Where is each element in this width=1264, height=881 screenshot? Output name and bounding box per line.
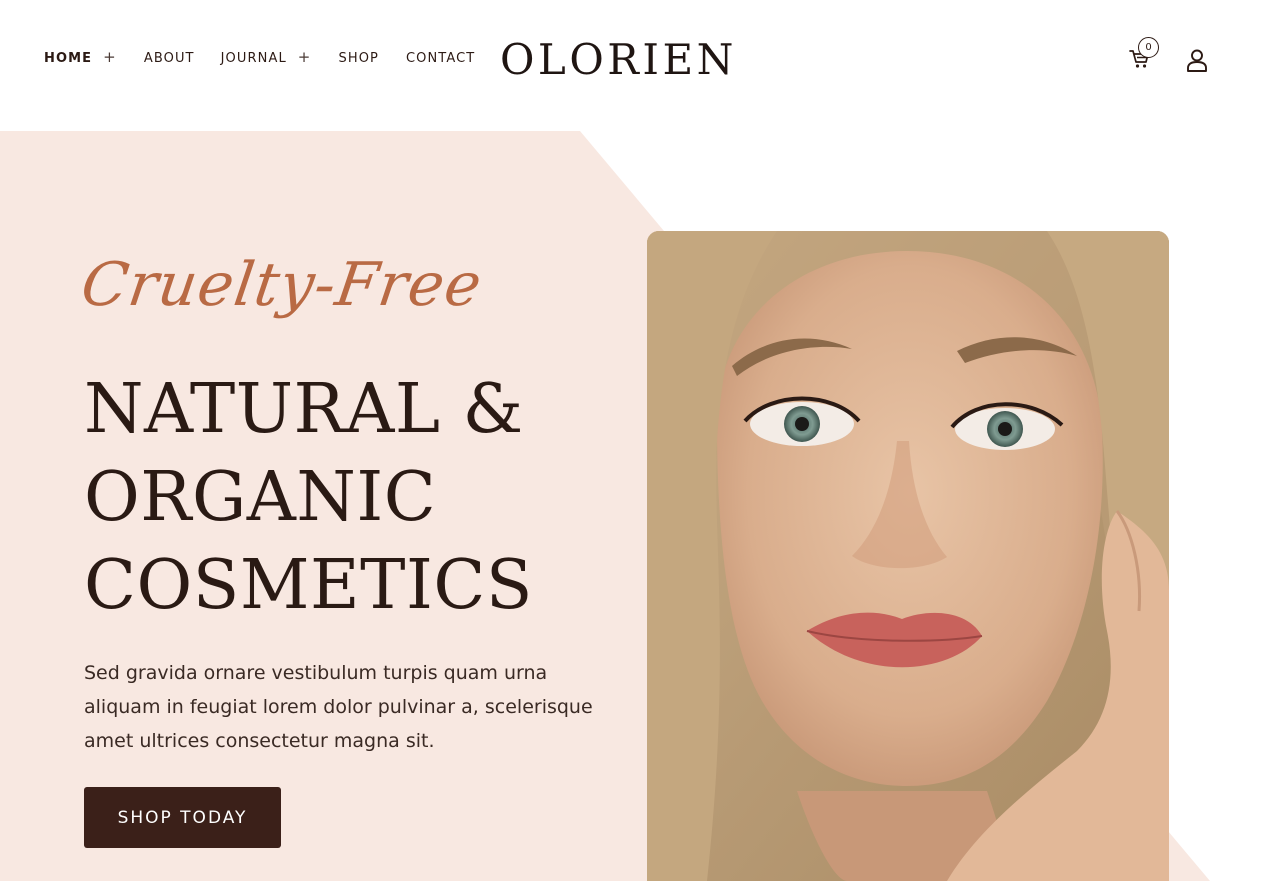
nav-item-shop[interactable]: SHOP (338, 51, 379, 66)
nav-item-home[interactable]: HOME + (44, 48, 117, 66)
hero-script-title: Cruelty-Free (77, 250, 487, 320)
nav-item-label: ABOUT (143, 51, 195, 66)
nav-item-label: JOURNAL (220, 51, 287, 66)
headline-line: NATURAL & (84, 370, 524, 449)
nav-item-label: HOME (44, 51, 93, 66)
hero-portrait-image (647, 231, 1169, 881)
nav-item-label: CONTACT (405, 51, 476, 66)
nav-item-contact[interactable]: CONTACT (406, 51, 475, 66)
plus-icon[interactable]: + (298, 48, 312, 66)
cart-button[interactable]: 0 (1128, 37, 1162, 71)
main-nav: HOME + ABOUT JOURNAL + SHOP CONTACT (44, 48, 475, 66)
headline-line: ORGANIC (84, 458, 437, 537)
plus-icon[interactable]: + (103, 48, 117, 66)
nav-item-about[interactable]: ABOUT (144, 51, 195, 66)
headline-line: COSMETICS (84, 546, 533, 625)
hero-headline: NATURAL & ORGANIC COSMETICS (84, 366, 604, 630)
hero-description: Sed gravida ornare vestibulum turpis qua… (84, 662, 593, 752)
account-button[interactable] (1185, 48, 1209, 72)
cart-count-badge: 0 (1138, 37, 1159, 58)
site-header: HOME + ABOUT JOURNAL + SHOP CONTACT OLOR… (0, 0, 1264, 131)
nav-item-label: SHOP (338, 51, 379, 66)
shop-today-button[interactable]: SHOP TODAY (84, 787, 281, 848)
nav-item-journal[interactable]: JOURNAL + (220, 48, 312, 66)
site-logo[interactable]: OLORIEN (500, 39, 737, 81)
user-icon (1187, 49, 1207, 72)
